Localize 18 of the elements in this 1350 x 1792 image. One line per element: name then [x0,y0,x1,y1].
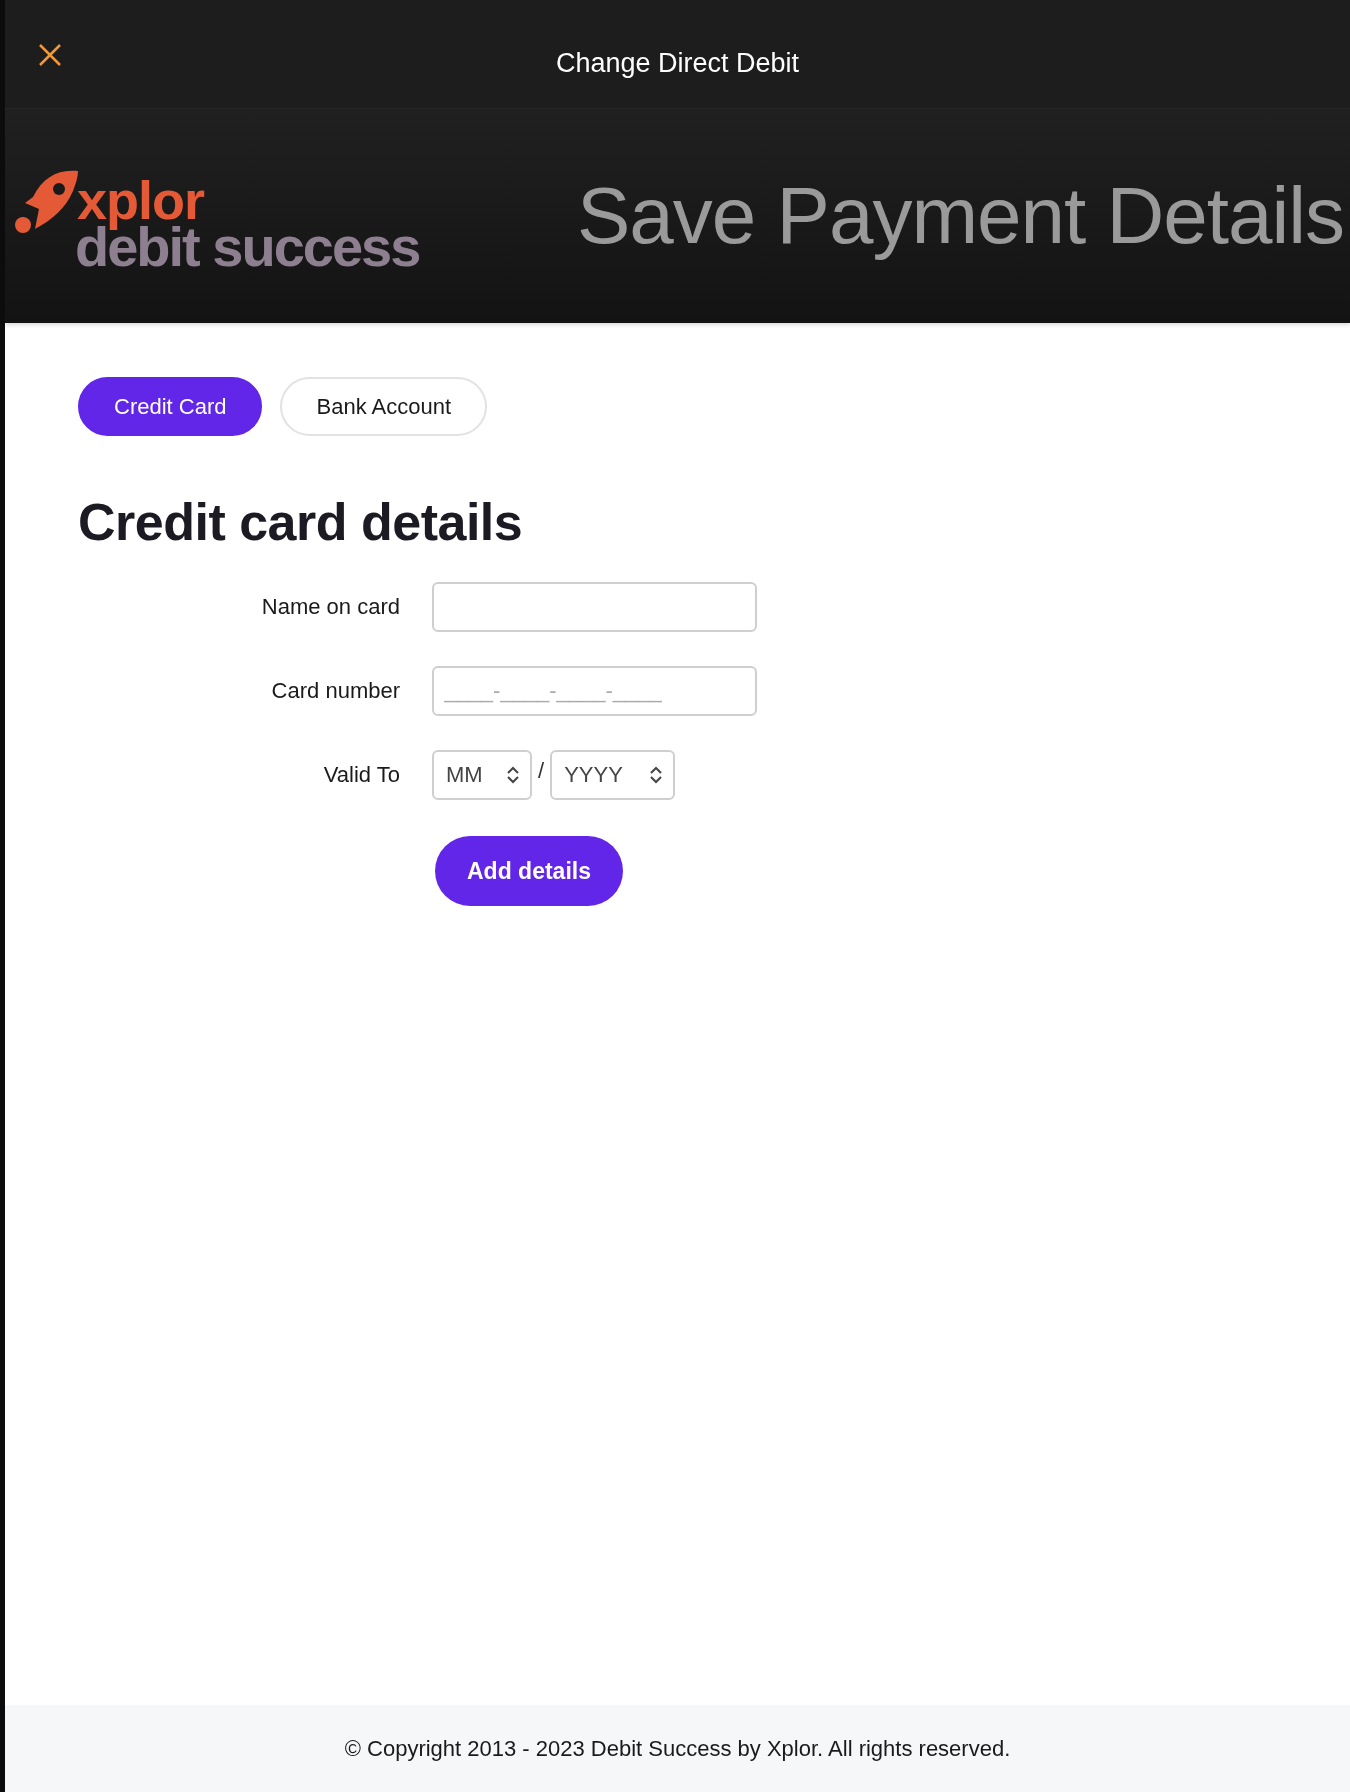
field-label: Card number [270,678,401,704]
payment-tab[interactable]: Credit Card [78,377,263,436]
chevron-icon [649,766,664,784]
input-field[interactable] [432,582,757,632]
month-select[interactable]: MM [432,750,532,800]
date-separator: / [538,758,545,784]
add-details-button[interactable]: Add details [435,836,623,906]
close-icon [38,43,62,67]
window-title: Change Direct Debit [555,47,800,79]
field-label: Name on card [260,594,401,620]
input-field[interactable]: ____-____-____-____ [432,666,757,716]
chevron-icon [506,766,520,784]
payment-tab[interactable]: Bank Account [280,377,488,436]
section-heading: Credit card details [78,492,524,552]
copyright-text: © Copyright 2013 - 2023 Debit Success by Xplor. All rights reserved. [344,1735,1011,1762]
year-select[interactable]: YYYY [550,750,676,800]
field-label: Valid To [322,762,401,788]
page-title: Save Payment Details [576,170,1345,262]
